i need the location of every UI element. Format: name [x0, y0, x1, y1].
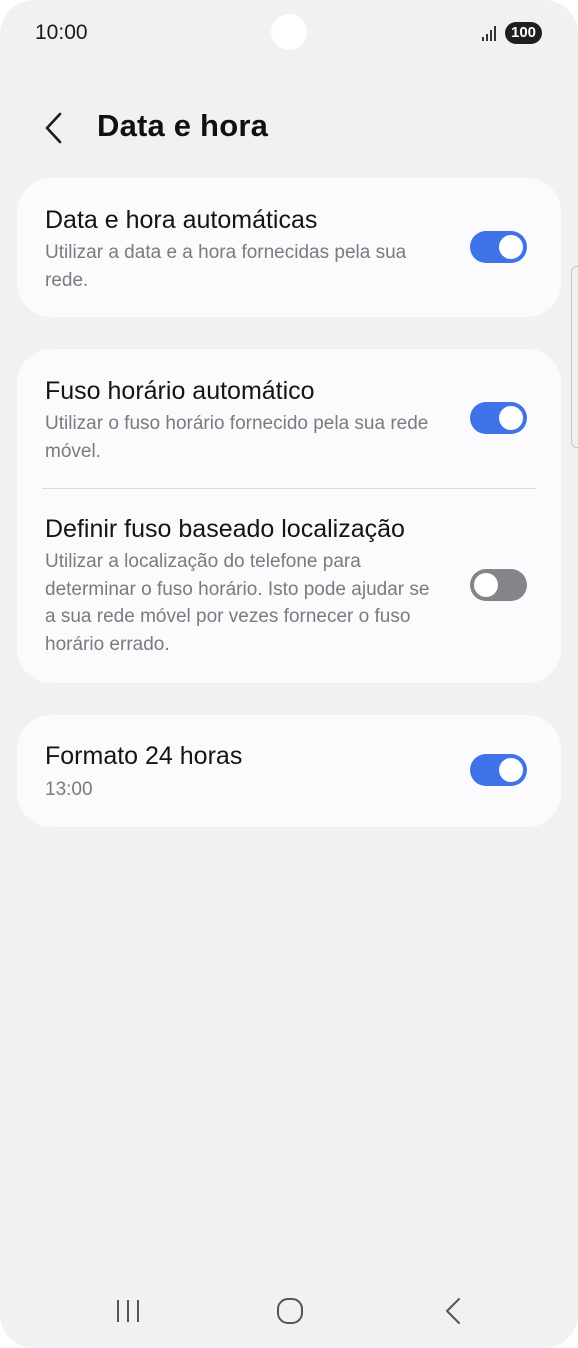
chevron-left-icon — [45, 112, 62, 144]
toggle-knob — [474, 573, 498, 597]
status-bar: 10:00 100 — [0, 0, 578, 68]
back-icon — [446, 1298, 460, 1324]
page-title: Data e hora — [97, 108, 269, 143]
setting-row-location-timezone[interactable]: Definir fuso baseado localização Utiliza… — [17, 489, 561, 683]
setting-title: Fuso horário automático — [45, 377, 315, 405]
back-button[interactable] — [30, 106, 80, 150]
toggle-knob — [499, 406, 523, 430]
settings-card-timezone: Fuso horário automático Utilizar o fuso … — [17, 349, 561, 683]
camera-cutout — [271, 14, 307, 50]
recent-apps-icon — [117, 1300, 139, 1322]
app-header: Data e hora — [0, 90, 578, 166]
recent-apps-button[interactable] — [98, 1286, 158, 1336]
setting-title: Formato 24 horas — [45, 742, 243, 770]
settings-card-24h-format: Formato 24 horas 13:00 — [17, 715, 561, 827]
setting-row-24h-format[interactable]: Formato 24 horas 13:00 — [17, 715, 561, 827]
setting-row-auto-datetime[interactable]: Data e hora automáticas Utilizar a data … — [17, 178, 561, 317]
setting-description: Utilizar a localização do telefone para … — [45, 551, 430, 655]
nav-back-button[interactable] — [422, 1286, 482, 1336]
auto-timezone-toggle[interactable] — [470, 402, 527, 434]
status-time: 10:00 — [35, 21, 88, 44]
toggle-knob — [499, 758, 523, 782]
setting-title: Definir fuso baseado localização — [45, 515, 405, 543]
setting-description: Utilizar o fuso horário fornecido pela s… — [45, 413, 429, 462]
scroll-indicator[interactable] — [571, 266, 578, 448]
signal-bars-icon — [481, 24, 499, 42]
battery-level-badge: 100 — [505, 22, 542, 44]
setting-description: Utilizar a data e a hora fornecidas pela… — [45, 242, 407, 291]
settings-card-auto-datetime: Data e hora automáticas Utilizar a data … — [17, 178, 561, 317]
setting-row-auto-timezone[interactable]: Fuso horário automático Utilizar o fuso … — [17, 349, 561, 488]
auto-datetime-toggle[interactable] — [470, 231, 527, 263]
setting-title: Data e hora automáticas — [45, 206, 318, 234]
setting-description: 13:00 — [45, 779, 93, 800]
24h-format-toggle[interactable] — [470, 754, 527, 786]
toggle-knob — [499, 235, 523, 259]
home-icon — [277, 1298, 303, 1324]
navigation-bar — [0, 1270, 578, 1348]
home-button[interactable] — [260, 1286, 320, 1336]
screen: 10:00 100 Data e hora Data e hora automá… — [0, 0, 578, 1348]
location-timezone-toggle[interactable] — [470, 569, 527, 601]
